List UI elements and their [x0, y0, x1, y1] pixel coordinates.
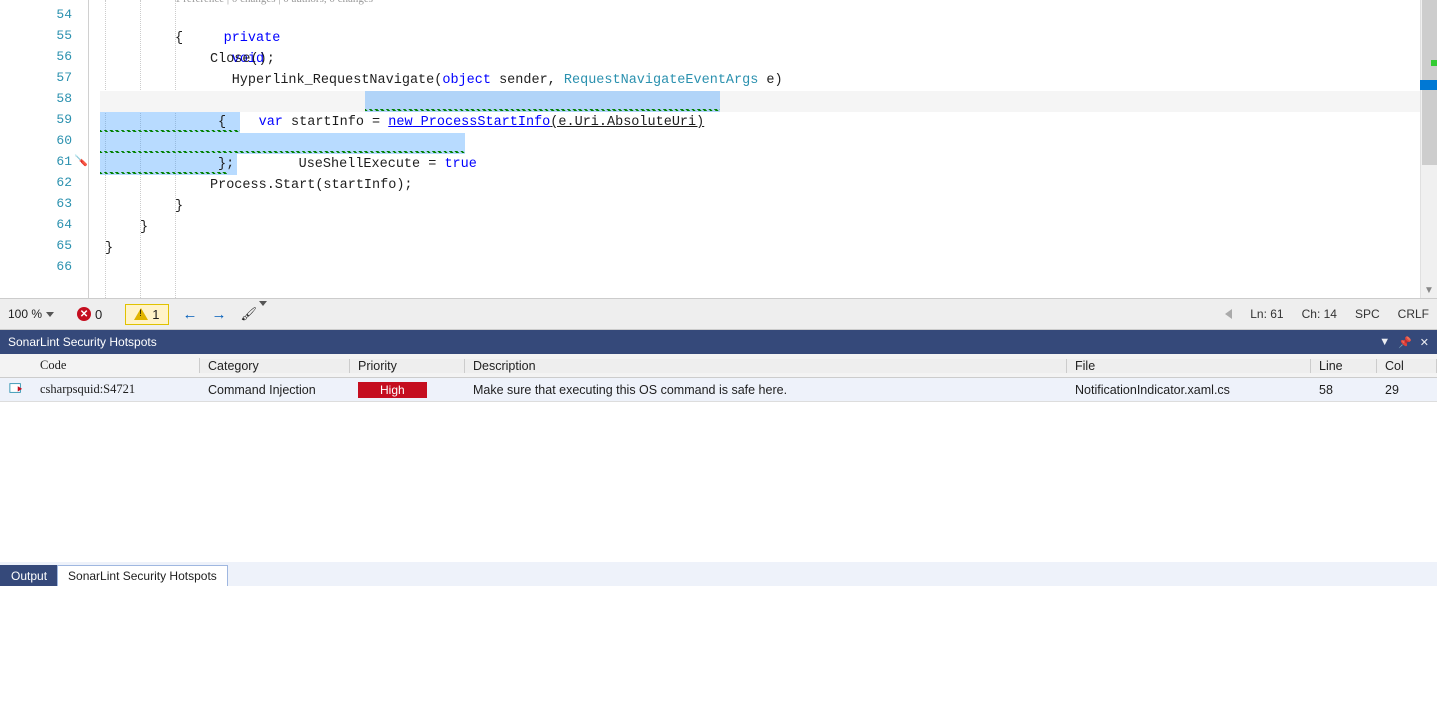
cell-col: 29	[1377, 383, 1437, 397]
chevron-down-icon[interactable]	[46, 312, 54, 317]
error-icon: ✕	[77, 307, 91, 321]
cell-file: NotificationIndicator.xaml.cs	[1067, 383, 1311, 397]
panel-titlebar[interactable]: SonarLint Security Hotspots ▼ 📌 ✕	[0, 330, 1437, 354]
linenum: 65	[56, 238, 72, 253]
nav-forward-button[interactable]: →	[212, 306, 227, 323]
col-category[interactable]: Category	[200, 359, 350, 373]
nav-back-button[interactable]: ←	[183, 306, 198, 323]
linenum: 59	[56, 112, 72, 127]
cleanup-icon[interactable]: 🖌	[241, 306, 268, 322]
linenum: 62	[56, 175, 72, 190]
linenum: 64	[56, 217, 72, 232]
col-code[interactable]: Code	[32, 358, 200, 373]
overview-caret-mark	[1420, 80, 1437, 90]
caret-left-icon[interactable]	[1225, 309, 1232, 319]
pin-icon[interactable]: 📌	[1398, 336, 1412, 349]
type-requestnav: RequestNavigateEventArgs	[564, 73, 758, 88]
cell-line: 58	[1311, 383, 1377, 397]
brace-open: {	[175, 28, 1437, 49]
vertical-scrollbar[interactable]: ▼	[1420, 0, 1437, 298]
panel-menu-icon[interactable]: ▼	[1379, 336, 1390, 349]
grid-header: Code Category Priority Description File …	[0, 354, 1437, 378]
param-e: e)	[758, 73, 782, 88]
linenum: 54	[56, 7, 72, 22]
bottom-tab-strip: Output SonarLint Security Hotspots	[0, 562, 1437, 586]
warning-icon	[134, 308, 148, 320]
quick-actions-icon[interactable]: 🪛	[74, 154, 88, 167]
code-editor[interactable]: 54 55 56 57 58 59 60 61 62 63 64 65 66 −…	[0, 0, 1437, 298]
linenum: 55	[56, 28, 72, 43]
zoom-value: 100 %	[8, 307, 42, 321]
gutter: 54 55 56 57 58 59 60 61 62 63 64 65 66 −…	[0, 0, 100, 298]
char-indicator[interactable]: Ch: 14	[1302, 307, 1337, 321]
chevron-down-icon	[259, 301, 267, 321]
error-count-value: 0	[95, 307, 102, 322]
method-name: Hyperlink_RequestNavigate(	[224, 73, 443, 88]
indent-mode[interactable]: SPC	[1355, 307, 1380, 321]
obj-init-close: };	[218, 154, 1437, 175]
hotspot-icon	[9, 381, 23, 395]
chevron-down-icon[interactable]: ▼	[1424, 285, 1434, 296]
col-description[interactable]: Description	[465, 359, 1067, 373]
priority-badge: High	[358, 382, 427, 398]
col-line[interactable]: Line	[1311, 359, 1377, 373]
cell-code: csharpsquid:S4721	[32, 382, 200, 397]
cell-category: Command Injection	[200, 383, 350, 397]
linenum: 63	[56, 196, 72, 211]
tab-output[interactable]: Output	[0, 565, 58, 586]
linenum: 66	[56, 259, 72, 274]
linenum: 57	[56, 70, 72, 85]
brace-close: }	[175, 196, 1437, 217]
editor-status-bar: 100 % ✕ 0 1 ← → 🖌 Ln: 61 Ch: 14 SPC CRLF	[0, 298, 1437, 330]
line-indicator[interactable]: Ln: 61	[1250, 307, 1283, 321]
col-file[interactable]: File	[1067, 359, 1311, 373]
param: sender,	[491, 73, 564, 88]
grid-body[interactable]: csharpsquid:S4721 Command Injection High…	[0, 378, 1437, 562]
zoom-control[interactable]: 100 %	[8, 307, 54, 321]
kw-object: object	[442, 73, 491, 88]
linenum: 61	[56, 154, 72, 169]
sonarlint-panel: SonarLint Security Hotspots ▼ 📌 ✕ Code C…	[0, 330, 1437, 562]
hotspot-row[interactable]: csharpsquid:S4721 Command Injection High…	[0, 378, 1437, 402]
call-close: Close();	[210, 49, 1437, 70]
col-col[interactable]: Col	[1377, 359, 1437, 373]
obj-init-open: {	[218, 112, 1437, 133]
code-area[interactable]: 1 reference | 0 changes | 0 authors, 0 c…	[100, 0, 1437, 298]
line-endings[interactable]: CRLF	[1398, 307, 1429, 321]
brace-close: }	[140, 217, 1437, 238]
linenum: 60	[56, 133, 72, 148]
linenum: 58	[56, 91, 72, 106]
close-icon[interactable]: ✕	[1420, 336, 1429, 349]
overview-mark	[1431, 60, 1437, 66]
col-priority[interactable]: Priority	[350, 359, 465, 373]
cell-description: Make sure that executing this OS command…	[465, 383, 1067, 397]
call-process-start: Process.Start(startInfo);	[210, 175, 1437, 196]
warning-count-value: 1	[152, 307, 159, 322]
error-count[interactable]: ✕ 0	[68, 304, 111, 325]
brace-close: }	[105, 238, 1437, 259]
linenum: 56	[56, 49, 72, 64]
